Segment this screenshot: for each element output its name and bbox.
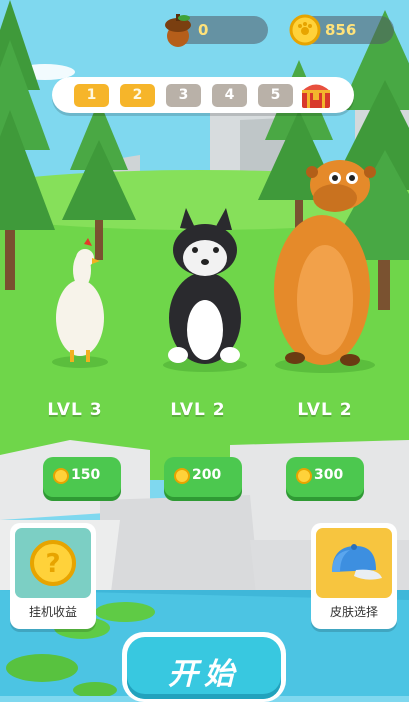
level-4[interactable]: 4 xyxy=(212,84,247,107)
idle-income-button[interactable]: ? 挂机收益 xyxy=(10,523,96,629)
capybara-level-label: LVL 2 xyxy=(297,400,353,420)
coin-icon xyxy=(53,468,69,484)
level-1[interactable]: 1 xyxy=(74,84,109,107)
svg-text:?: ? xyxy=(45,549,60,579)
start-button[interactable]: 开始 xyxy=(122,632,286,702)
husky-level-label: LVL 2 xyxy=(170,400,226,420)
skin-select-label: 皮肤选择 xyxy=(329,605,378,619)
husky-price: 200 xyxy=(192,467,222,483)
acorn-count: 0 xyxy=(198,21,209,39)
acorn-icon xyxy=(165,14,191,47)
coin-icon xyxy=(289,14,321,46)
level-2[interactable]: 2 xyxy=(120,84,155,107)
chicken-upgrade-button[interactable]: 150 xyxy=(43,457,121,497)
skin-select-button[interactable]: 皮肤选择 xyxy=(311,523,397,629)
coin-count: 856 xyxy=(325,21,357,39)
husky-upgrade-button[interactable]: 200 xyxy=(164,457,242,497)
idle-income-label: 挂机收益 xyxy=(28,605,77,619)
idle-income-icon-bg: ? xyxy=(15,528,91,598)
treasure-chest-icon[interactable] xyxy=(299,78,333,110)
start-button-face: 开始 xyxy=(127,637,281,699)
level-3[interactable]: 3 xyxy=(166,84,201,107)
skin-select-icon-bg xyxy=(316,528,392,598)
cap-icon xyxy=(332,544,382,580)
level-5[interactable]: 5 xyxy=(258,84,293,107)
question-coin-icon: ? xyxy=(30,540,76,586)
capybara-upgrade-button[interactable]: 300 xyxy=(286,457,364,497)
chicken-price: 150 xyxy=(71,467,101,483)
coin-icon xyxy=(174,468,190,484)
start-button-label: 开始 xyxy=(168,657,240,692)
capybara-price: 300 xyxy=(314,467,344,483)
coin-icon xyxy=(296,468,312,484)
chicken-level-label: LVL 3 xyxy=(47,400,103,420)
